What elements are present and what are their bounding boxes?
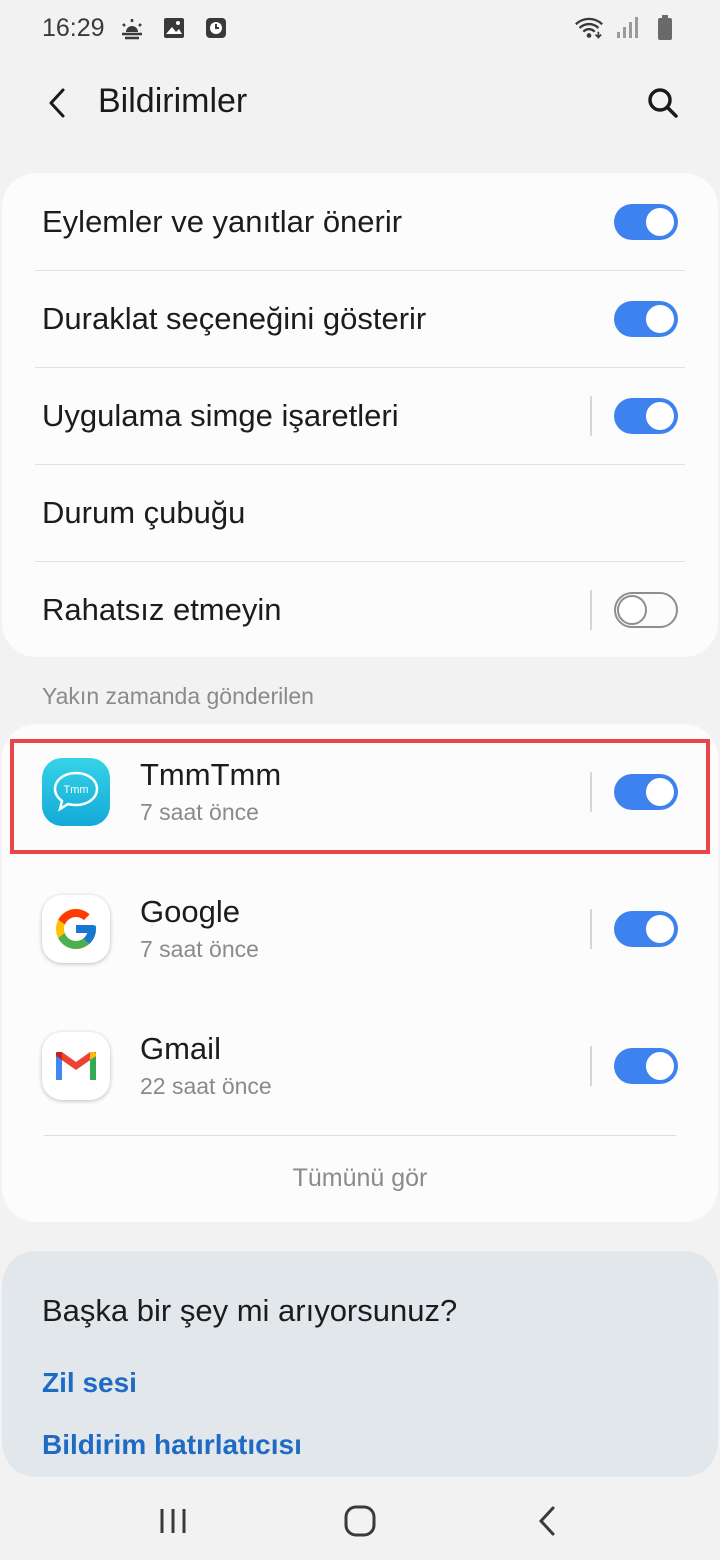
tmmtmm-toggle[interactable] bbox=[614, 774, 678, 810]
google-toggle[interactable] bbox=[614, 911, 678, 947]
setting-label: Durum çubuğu bbox=[42, 494, 246, 530]
signal-icon bbox=[612, 13, 642, 43]
divider bbox=[590, 589, 592, 630]
setting-label: Eylemler ve yanıtlar önerir bbox=[42, 203, 403, 239]
setting-label: Duraklat seçeneğini gösterir bbox=[42, 300, 427, 336]
looking-for-title: Başka bir şey mi arıyorsunuz? bbox=[42, 1293, 458, 1328]
divider bbox=[590, 909, 592, 949]
see-all-button[interactable]: Tümünü gör bbox=[2, 1164, 718, 1193]
app-name: Gmail bbox=[140, 1031, 221, 1066]
app-time: 7 saat önce bbox=[140, 936, 259, 962]
navigation-bar bbox=[0, 1476, 720, 1560]
link-notification-reminder[interactable]: Bildirim hatırlatıcısı bbox=[42, 1429, 302, 1461]
app-row-gmail[interactable]: Gmail 22 saat önce bbox=[2, 1006, 718, 1126]
app-row-tmmtmm[interactable]: Tmm TmmTmm 7 saat önce bbox=[2, 732, 718, 852]
nav-back-icon[interactable] bbox=[522, 1496, 572, 1546]
app-icon-badges-toggle[interactable] bbox=[614, 397, 678, 434]
app-header: Bildirimler bbox=[0, 62, 720, 146]
section-label: Yakın zamanda gönderilen bbox=[42, 683, 314, 709]
search-icon[interactable] bbox=[640, 80, 686, 126]
setting-do-not-disturb[interactable]: Rahatsız etmeyin bbox=[2, 561, 718, 658]
divider bbox=[590, 395, 592, 436]
divider bbox=[44, 1135, 676, 1136]
setting-label: Rahatsız etmeyin bbox=[42, 591, 282, 627]
divider bbox=[590, 772, 592, 812]
setting-snooze-option[interactable]: Duraklat seçeneğini gösterir bbox=[2, 270, 718, 367]
page-title: Bildirimler bbox=[98, 82, 248, 120]
tmmtmm-icon-text: Tmm bbox=[63, 784, 88, 796]
home-icon[interactable] bbox=[335, 1496, 385, 1546]
link-ringtone[interactable]: Zil sesi bbox=[42, 1367, 137, 1399]
weather-icon bbox=[117, 13, 147, 43]
status-bar: 16:29 bbox=[0, 0, 720, 56]
divider bbox=[590, 1046, 592, 1086]
clock-time: 16:29 bbox=[42, 13, 105, 42]
wifi-icon bbox=[574, 13, 604, 43]
tmmtmm-icon: Tmm bbox=[42, 758, 110, 826]
gallery-icon bbox=[159, 13, 189, 43]
looking-for-card: Başka bir şey mi arıyorsunuz? Zil sesi B… bbox=[2, 1251, 718, 1477]
setting-status-bar[interactable]: Durum çubuğu bbox=[2, 464, 718, 561]
google-icon bbox=[42, 895, 110, 963]
battery-icon bbox=[650, 13, 680, 43]
recent-apps-icon[interactable] bbox=[148, 1496, 198, 1546]
clock-icon bbox=[201, 13, 231, 43]
settings-card: Eylemler ve yanıtlar önerir Duraklat seç… bbox=[2, 173, 718, 657]
setting-suggest-actions[interactable]: Eylemler ve yanıtlar önerir bbox=[2, 173, 718, 270]
app-row-google[interactable]: Google 7 saat önce bbox=[2, 869, 718, 989]
gmail-toggle[interactable] bbox=[614, 1048, 678, 1084]
app-time: 7 saat önce bbox=[140, 799, 259, 825]
suggest-actions-toggle[interactable] bbox=[614, 203, 678, 240]
app-name: Google bbox=[140, 894, 240, 929]
setting-label: Uygulama simge işaretleri bbox=[42, 397, 399, 433]
back-arrow-icon[interactable] bbox=[34, 80, 80, 126]
do-not-disturb-toggle[interactable] bbox=[614, 591, 678, 628]
app-time: 22 saat önce bbox=[140, 1073, 272, 1099]
snooze-option-toggle[interactable] bbox=[614, 300, 678, 337]
app-name: TmmTmm bbox=[140, 757, 282, 792]
gmail-icon bbox=[42, 1032, 110, 1100]
setting-app-icon-badges[interactable]: Uygulama simge işaretleri bbox=[2, 367, 718, 464]
recent-apps-card: Tmm TmmTmm 7 saat önce Google 7 saat önc… bbox=[2, 724, 718, 1222]
